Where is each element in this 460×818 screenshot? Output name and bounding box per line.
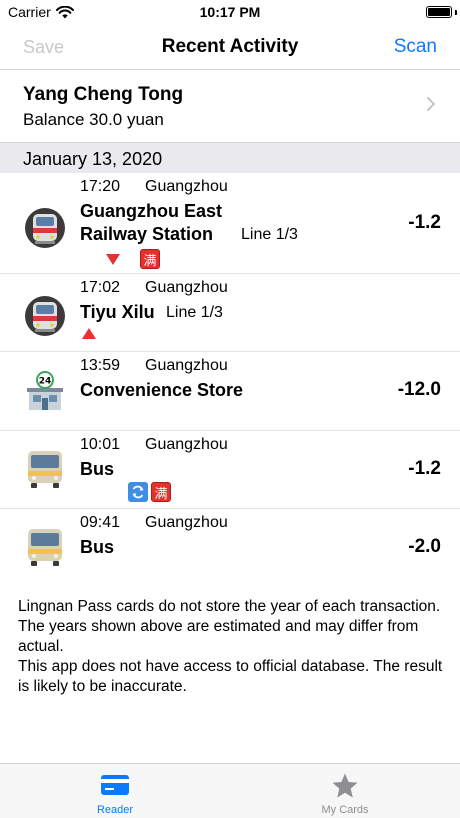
battery-icon xyxy=(426,6,452,18)
tab-reader[interactable]: Reader xyxy=(0,764,230,818)
tab-bar: Reader My Cards xyxy=(0,763,460,818)
chevron-right-icon xyxy=(427,97,435,111)
page-title: Recent Activity xyxy=(161,36,299,57)
transaction-city: Guangzhou xyxy=(145,436,228,453)
transaction-time: 17:20 xyxy=(80,178,121,195)
tab-my-cards-label: My Cards xyxy=(321,804,369,816)
card-balance: Balance 30.0 yuan xyxy=(23,110,164,129)
transaction-line: Line 1/3 xyxy=(241,226,298,243)
transaction-line: Line 1/3 xyxy=(166,304,223,321)
date-section-header: January 13, 2020 xyxy=(0,142,460,173)
full-fare-badge: 满 xyxy=(140,249,160,269)
transaction-row[interactable]: 17:20 Guangzhou Guangzhou East Railway S… xyxy=(0,173,460,274)
transaction-city: Guangzhou xyxy=(145,357,228,374)
transaction-name-line1: Guangzhou East xyxy=(80,201,223,221)
full-fare-badge: 满 xyxy=(151,482,171,502)
tab-reader-label: Reader xyxy=(96,804,134,816)
transaction-city: Guangzhou xyxy=(145,178,228,195)
battery-tip xyxy=(455,10,457,15)
transaction-city: Guangzhou xyxy=(145,279,228,296)
convenience-store-icon: 24 xyxy=(27,371,63,410)
section-date: January 13, 2020 xyxy=(23,149,163,169)
transaction-name-line2: Railway Station xyxy=(80,224,214,244)
star-icon xyxy=(332,773,358,798)
transaction-row[interactable]: 17:02 Guangzhou Tiyu Xilu Line 1/3 xyxy=(0,274,460,352)
card-name: Yang Cheng Tong xyxy=(23,84,184,105)
transaction-amount: -12.0 xyxy=(397,379,441,400)
transaction-row[interactable]: 10:01 Guangzhou Bus -1.2 满 xyxy=(0,431,460,509)
status-bar: Carrier 10:17 PM xyxy=(0,0,460,26)
status-time: 10:17 PM xyxy=(199,4,261,20)
exit-arrow-down-icon xyxy=(106,253,120,265)
transfer-icon xyxy=(128,482,148,502)
scan-button[interactable]: Scan xyxy=(394,36,437,58)
bus-icon xyxy=(28,451,62,488)
svg-text:24: 24 xyxy=(39,377,52,387)
transaction-badges xyxy=(82,328,96,339)
transaction-amount: -1.2 xyxy=(408,458,441,479)
navigation-bar: Save Recent Activity Scan xyxy=(0,26,460,70)
transaction-amount: -2.0 xyxy=(408,536,441,557)
disclaimer-year-note: Lingnan Pass cards do not store the year… xyxy=(18,598,441,655)
transaction-badges: 满 xyxy=(106,249,160,269)
card-summary-row[interactable]: Yang Cheng Tong Balance 30.0 yuan xyxy=(0,71,460,143)
transaction-row[interactable]: 09:41 Guangzhou Bus -2.0 xyxy=(0,509,460,587)
card-icon xyxy=(101,775,129,795)
transaction-name: Bus xyxy=(80,459,115,479)
transaction-time: 09:41 xyxy=(80,514,121,531)
tab-my-cards[interactable]: My Cards xyxy=(230,764,460,818)
transaction-badges: 满 xyxy=(128,482,171,502)
transaction-name: Tiyu Xilu xyxy=(80,302,155,322)
metro-train-icon xyxy=(25,208,65,248)
transaction-time: 17:02 xyxy=(80,279,121,296)
disclaimer-database-note: This app does not have access to officia… xyxy=(18,658,443,695)
transaction-amount: -1.2 xyxy=(408,212,441,233)
transaction-city: Guangzhou xyxy=(145,514,228,531)
disclaimer-note: Lingnan Pass cards do not store the year… xyxy=(18,597,444,697)
bus-icon xyxy=(28,529,62,566)
transaction-name: Convenience Store xyxy=(80,380,244,400)
transaction-row[interactable]: 24 13:59 Guangzhou Convenience Store -12… xyxy=(0,352,460,431)
entry-arrow-up-icon xyxy=(82,328,96,339)
transaction-time: 10:01 xyxy=(80,436,121,453)
metro-train-icon xyxy=(25,296,65,336)
transaction-time: 13:59 xyxy=(80,357,121,374)
transaction-name: Bus xyxy=(80,537,115,557)
